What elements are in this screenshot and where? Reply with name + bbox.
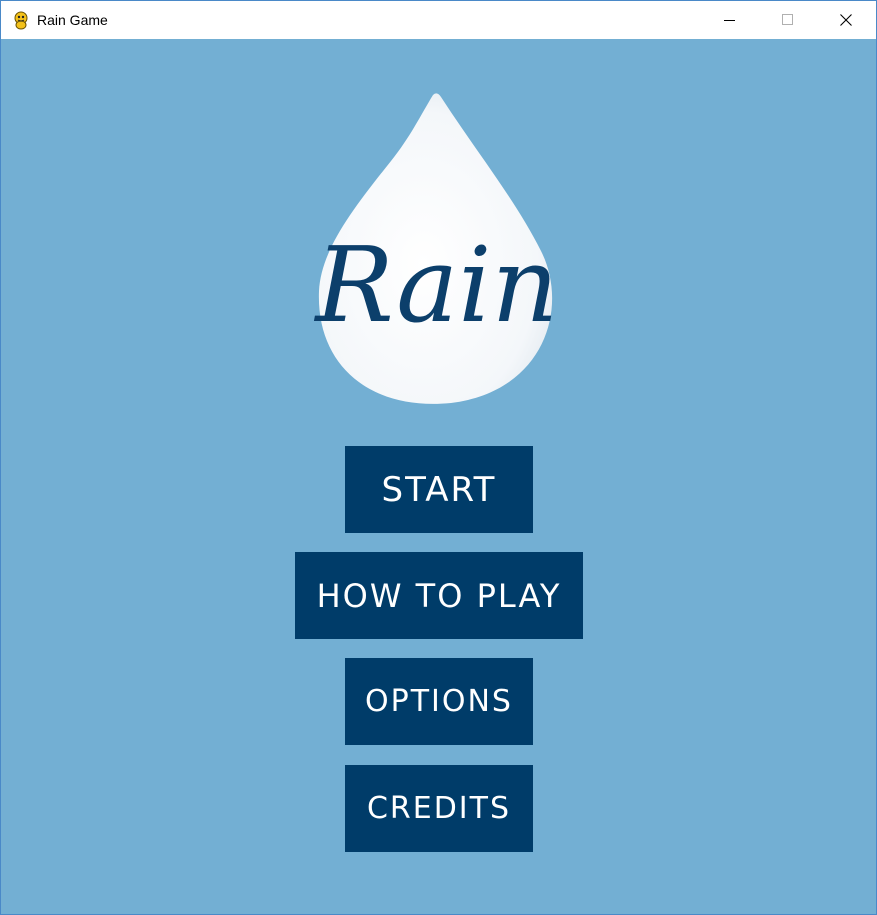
maximize-icon [782, 14, 793, 25]
options-button[interactable]: OPTIONS [345, 658, 533, 745]
how-to-play-label: HOW TO PLAY [316, 576, 562, 615]
raindrop-icon: Rain [314, 93, 559, 404]
options-label: OPTIONS [365, 684, 513, 719]
credits-button[interactable]: CREDITS [345, 765, 533, 852]
title-bar[interactable]: Rain Game [1, 1, 876, 39]
credits-label: CREDITS [366, 791, 512, 826]
how-to-play-button[interactable]: HOW TO PLAY [295, 552, 583, 639]
game-window: Rain Game Rain START HOW TO PLAY OPTIONS… [0, 0, 877, 915]
close-icon [840, 14, 852, 26]
start-label: START [381, 469, 497, 510]
logo-text: Rain [314, 224, 559, 346]
game-canvas: Rain START HOW TO PLAY OPTIONS CREDITS [1, 39, 876, 914]
window-title: Rain Game [37, 12, 108, 28]
start-button[interactable]: START [345, 446, 533, 533]
close-button[interactable] [817, 1, 875, 39]
maximize-button[interactable] [759, 1, 817, 39]
minimize-icon [724, 20, 735, 21]
pygame-snake-icon [14, 11, 28, 30]
minimize-button[interactable] [701, 1, 759, 39]
